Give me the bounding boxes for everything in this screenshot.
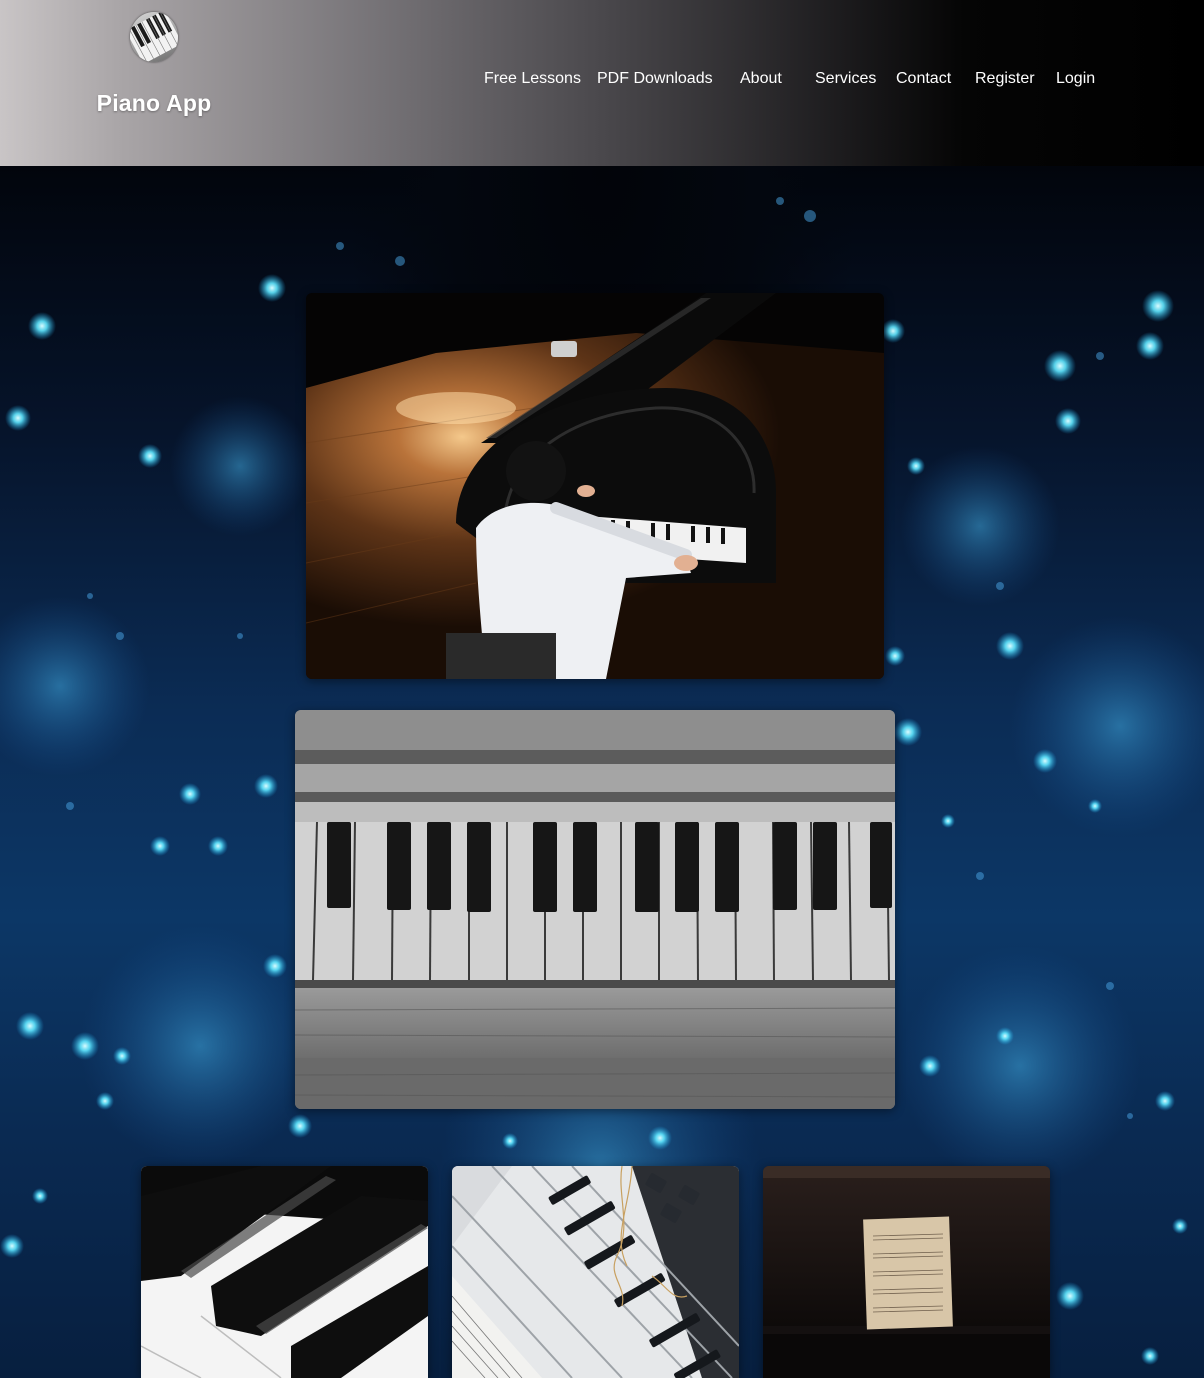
nav-link-about[interactable]: About xyxy=(740,70,782,88)
photo-keyboard-sheet-music xyxy=(452,1166,739,1378)
photo-closeup-black-keys xyxy=(141,1166,428,1378)
photo-old-piano-keyboard xyxy=(295,710,895,1109)
nav-link-free-lessons[interactable]: Free Lessons xyxy=(484,70,581,88)
photo-grand-piano-performer xyxy=(306,293,884,679)
photo-sheet-music-dark-piano xyxy=(763,1166,1050,1378)
nav-link-login[interactable]: Login xyxy=(1056,70,1095,88)
nav-link-services[interactable]: Services xyxy=(815,70,876,88)
hero-section xyxy=(0,166,1204,1378)
brand[interactable]: Piano App xyxy=(84,12,224,122)
brand-title[interactable]: Piano App xyxy=(84,90,224,117)
nav-link-register[interactable]: Register xyxy=(975,70,1035,88)
nav-link-pdf-downloads[interactable]: PDF Downloads xyxy=(597,70,713,88)
piano-keys-logo-icon[interactable] xyxy=(130,12,178,62)
site-header: Piano App Free Lessons PDF Downloads Abo… xyxy=(0,0,1204,166)
main-nav: Free Lessons PDF Downloads About Service… xyxy=(0,70,1204,92)
nav-link-contact[interactable]: Contact xyxy=(896,70,951,88)
